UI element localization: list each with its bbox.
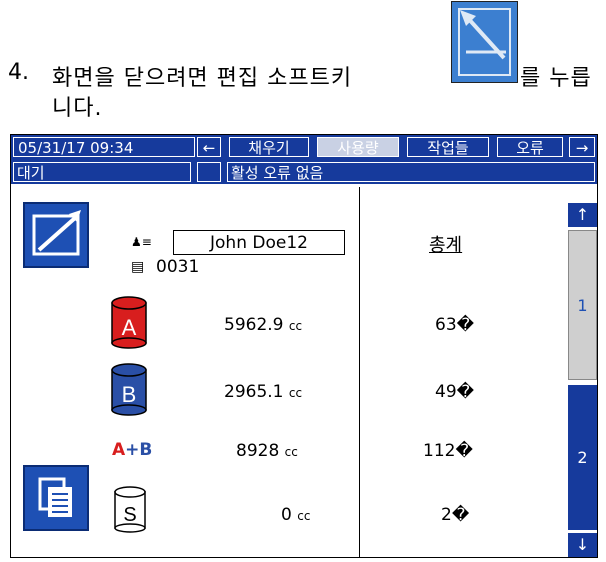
error-message: 활성 오류 없음 <box>227 162 595 182</box>
material-ab-total: 112� <box>423 441 473 461</box>
page-2-button[interactable]: 2 <box>568 385 597 530</box>
material-ab-amount: 8928 cc <box>236 441 298 461</box>
solvent-amount: 0 cc <box>281 505 311 525</box>
instruction-text-line2: 니다. <box>52 96 103 121</box>
column-divider <box>359 187 360 557</box>
user-field[interactable]: John Doe12 <box>173 230 345 255</box>
copy-button[interactable] <box>23 465 89 531</box>
copy-icon <box>38 477 72 517</box>
job-number: 0031 <box>156 257 200 277</box>
status-bar-secondary: 대기 활성 오류 없음 <box>11 160 597 184</box>
solvent-icon: S <box>114 486 146 533</box>
step-number: 4. <box>8 60 29 85</box>
page-up-icon[interactable]: ↑ <box>568 203 597 227</box>
edit-close-icon <box>460 10 506 60</box>
edit-softkey-illustration <box>451 1 518 83</box>
usage-screen: 05/31/17 09:34 ← 채우기 사용량 작업들 오류 → 대기 활성 … <box>10 134 598 558</box>
datetime: 05/31/17 09:34 <box>13 137 195 157</box>
system-state: 대기 <box>13 162 191 182</box>
tab-usage[interactable]: 사용량 <box>317 137 399 157</box>
solvent-label: S <box>123 504 136 526</box>
edit-icon <box>32 210 81 256</box>
material-b-label: B <box>122 382 137 407</box>
instruction-text-suffix: 를 누릅 <box>520 66 592 91</box>
tab-fill[interactable]: 채우기 <box>229 137 309 157</box>
material-ab-label: A+B <box>112 440 153 460</box>
material-b-amount: 2965.1 cc <box>224 382 303 402</box>
edit-button[interactable] <box>23 202 89 268</box>
totals-header: 총계 <box>429 235 463 256</box>
material-b-total: 49� <box>435 382 475 402</box>
tab-jobs[interactable]: 작업들 <box>407 137 489 157</box>
material-a-icon: A <box>111 296 147 349</box>
material-a-amount: 5962.9 cc <box>224 315 303 335</box>
top-status-bar: 05/31/17 09:34 ← 채우기 사용량 작업들 오류 → <box>11 135 597 160</box>
material-a-label: A <box>122 315 137 340</box>
page-scroller: ↑ 1 2 ↓ <box>568 187 597 557</box>
page-down-icon[interactable]: ↓ <box>568 533 597 557</box>
solvent-total: 2� <box>441 505 470 525</box>
right-arrow-icon[interactable]: → <box>569 137 595 157</box>
instruction-text: 화면을 닫으려면 편집 소프트키 <box>52 66 353 91</box>
left-arrow-icon[interactable]: ← <box>197 137 221 157</box>
job-number-icon: ▤ <box>131 259 145 275</box>
tab-errors[interactable]: 오류 <box>497 137 563 157</box>
user-icon: ♟≡ <box>131 235 152 249</box>
page-1-button[interactable]: 1 <box>568 230 597 380</box>
material-a-total: 63� <box>435 315 475 335</box>
material-b-icon: B <box>111 363 147 416</box>
status-indicator <box>197 162 221 182</box>
